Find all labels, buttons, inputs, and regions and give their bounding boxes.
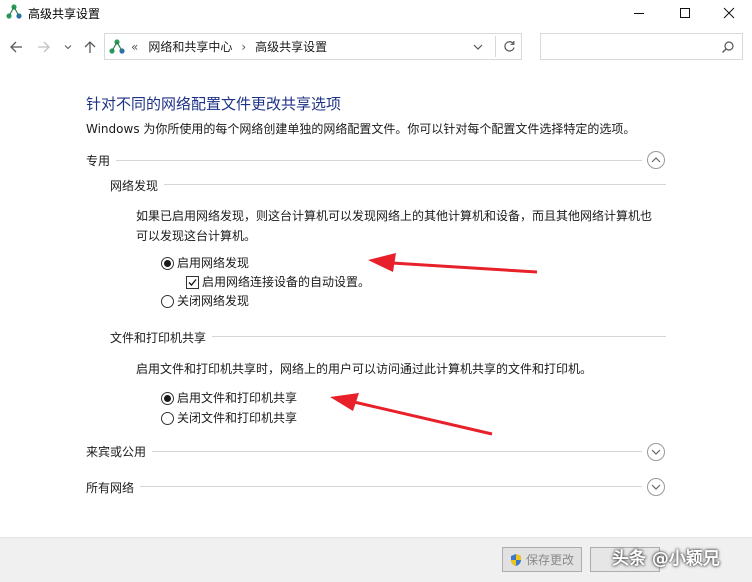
shield-icon [510,553,522,567]
save-changes-button[interactable]: 保存更改 [502,547,582,572]
annotation-arrow-file-sharing [330,393,493,436]
annotation-arrow-network-discovery [368,253,538,274]
annotation-arrows [330,253,538,436]
watermark-text: 头条 @小颖兄 [612,549,720,569]
save-changes-label: 保存更改 [525,553,574,567]
